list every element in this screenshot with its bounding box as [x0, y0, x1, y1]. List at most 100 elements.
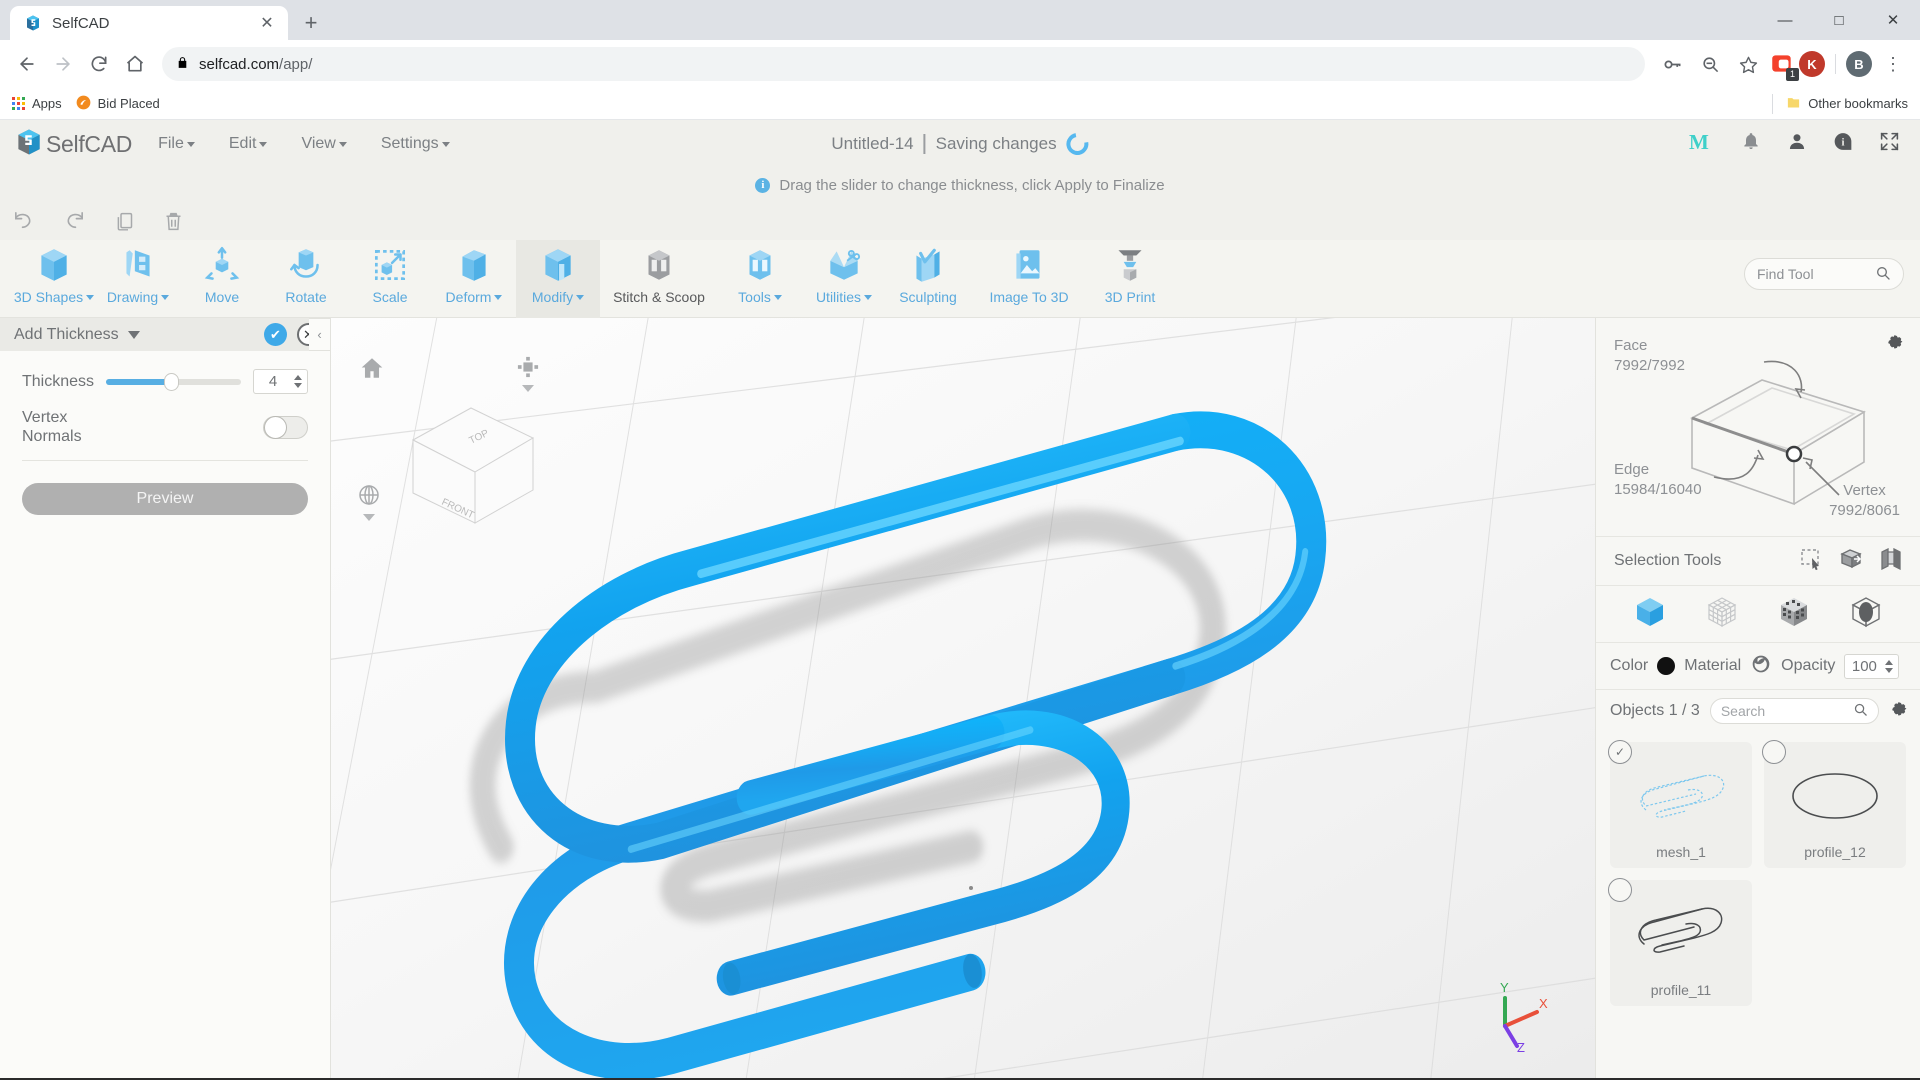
menu-file[interactable]: File [158, 135, 195, 153]
opacity-stepper[interactable]: 100 [1844, 653, 1900, 679]
tool-scale[interactable]: Scale [348, 240, 432, 318]
thickness-slider[interactable] [106, 372, 241, 391]
selection-tools-row: Selection Tools [1596, 537, 1920, 585]
through-select-icon[interactable] [1878, 547, 1904, 575]
perspective-icon[interactable] [357, 483, 381, 521]
vertex-mode-icon[interactable] [1705, 595, 1739, 634]
tool-image-to-3d[interactable]: Image To 3D [970, 240, 1088, 318]
profile-avatar-k[interactable]: K [1799, 51, 1825, 77]
divider [22, 460, 308, 462]
box-select-icon[interactable] [1838, 548, 1864, 575]
axis-gizmo[interactable]: Y X Z [1479, 974, 1559, 1054]
url-domain: selfcad.com [199, 55, 280, 73]
rect-select-icon[interactable] [1800, 548, 1824, 575]
tool-sculpting[interactable]: Sculpting [886, 240, 970, 318]
tool-tools[interactable]: Tools [718, 240, 802, 318]
stepper-arrows[interactable] [292, 375, 307, 388]
tool-move[interactable]: Move [180, 240, 264, 318]
tool-3d-shapes[interactable]: 3D Shapes [12, 240, 96, 318]
tool-modify[interactable]: Modify [516, 240, 600, 318]
chevron-down-icon [441, 141, 450, 147]
fullscreen-icon[interactable] [1879, 131, 1900, 157]
magic-m-icon[interactable]: M [1689, 130, 1715, 158]
tool-utilities[interactable]: Utilities [802, 240, 886, 318]
home-icon[interactable] [118, 47, 152, 81]
trash-icon[interactable] [163, 211, 184, 232]
app-logo[interactable]: SelfCAD [14, 127, 132, 162]
minimize-icon[interactable]: — [1758, 0, 1812, 40]
bookmark-bid-placed[interactable]: Bid Placed [76, 95, 160, 113]
chevron-down-icon[interactable] [127, 330, 140, 339]
objects-settings-gear-icon[interactable] [1889, 699, 1908, 723]
browser-tab[interactable]: SelfCAD ✕ [10, 6, 288, 40]
scale-icon [369, 244, 411, 286]
list-item[interactable]: ✓ profile_11 [1608, 878, 1752, 1006]
avatar[interactable]: B [1846, 51, 1872, 77]
edge-mode-icon[interactable] [1849, 595, 1883, 634]
bookmark-apps[interactable]: Apps [12, 96, 62, 111]
tool-3d-print[interactable]: 3D Print [1088, 240, 1172, 318]
color-swatch[interactable] [1657, 657, 1676, 675]
view-cube[interactable]: TOP FRONT [393, 368, 583, 543]
object-mode-icon[interactable] [1633, 595, 1667, 634]
home-icon[interactable] [359, 355, 385, 386]
close-icon[interactable]: ✕ [256, 12, 278, 34]
object-checkbox[interactable]: ✓ [1762, 740, 1786, 764]
material-sphere-icon[interactable] [1750, 654, 1772, 679]
list-item[interactable]: ✓ profile_12 [1762, 740, 1906, 868]
maximize-icon[interactable]: □ [1812, 0, 1866, 40]
bell-icon[interactable] [1741, 131, 1761, 157]
forward-icon[interactable] [46, 47, 80, 81]
list-item[interactable]: ✓ mesh_1 [1608, 740, 1752, 868]
document-name[interactable]: Untitled-14 [831, 134, 913, 154]
thickness-stepper[interactable]: 4 [253, 369, 308, 394]
tool-drawing[interactable]: Drawing [96, 240, 180, 318]
menu-view[interactable]: View [301, 135, 347, 153]
redo-icon[interactable] [63, 210, 86, 233]
bookmark-label: Apps [32, 96, 62, 111]
preview-button[interactable]: Preview [22, 483, 308, 516]
vertex-normals-toggle[interactable] [263, 415, 308, 439]
objects-search-input[interactable]: Search [1709, 698, 1879, 724]
chrome-menu-icon[interactable]: ⋮ [1876, 47, 1910, 81]
tool-label: Sculpting [899, 289, 957, 305]
back-icon[interactable] [10, 47, 44, 81]
reload-icon[interactable] [82, 47, 116, 81]
paperclip-wireframe-thumb [1618, 750, 1744, 842]
find-tool-search[interactable]: Find Tool [1744, 258, 1904, 290]
window-close-icon[interactable]: ✕ [1866, 0, 1920, 40]
face-mode-icon[interactable] [1777, 595, 1811, 634]
zoom-out-icon[interactable] [1693, 47, 1727, 81]
chevron-down-icon[interactable] [522, 385, 534, 392]
chevron-down-icon[interactable] [363, 514, 375, 521]
tool-stitch-scoop[interactable]: Stitch & Scoop [600, 240, 718, 318]
object-checkbox[interactable]: ✓ [1608, 878, 1632, 902]
object-checkbox[interactable]: ✓ [1608, 740, 1632, 764]
apply-button[interactable]: ✔ [264, 323, 287, 346]
tool-rotate[interactable]: Rotate [264, 240, 348, 318]
new-tab-button[interactable]: + [294, 6, 328, 40]
address-bar[interactable]: selfcad.com/app/ [162, 47, 1645, 81]
search-icon[interactable] [1853, 702, 1868, 720]
stepper-arrows[interactable] [1883, 659, 1898, 673]
menu-settings[interactable]: Settings [381, 135, 450, 153]
menu-edit[interactable]: Edit [229, 135, 268, 153]
other-bookmarks[interactable]: Other bookmarks [1766, 93, 1908, 114]
key-icon[interactable] [1655, 47, 1689, 81]
copy-icon[interactable] [114, 211, 135, 232]
opacity-value[interactable]: 100 [1845, 658, 1883, 675]
object-name: mesh_1 [1656, 844, 1706, 860]
axis-y-label: Y [1500, 980, 1509, 995]
tool-deform[interactable]: Deform [432, 240, 516, 318]
grid-snap-icon[interactable] [517, 356, 539, 392]
info-icon[interactable]: i [1833, 131, 1853, 157]
workspace: Add Thickness ✔ ✕ Thickness 4 [0, 318, 1920, 1078]
extension-icon[interactable]: 1 [1769, 51, 1799, 81]
undo-icon[interactable] [12, 210, 35, 233]
collapse-panel-button[interactable]: ‹ [309, 318, 331, 351]
star-icon[interactable] [1731, 47, 1765, 81]
user-icon[interactable] [1787, 131, 1807, 157]
thickness-value[interactable]: 4 [254, 373, 292, 390]
panel-header: Add Thickness ✔ ✕ [0, 318, 330, 351]
3d-viewport[interactable]: TOP FRONT Y X Z [331, 318, 1595, 1078]
